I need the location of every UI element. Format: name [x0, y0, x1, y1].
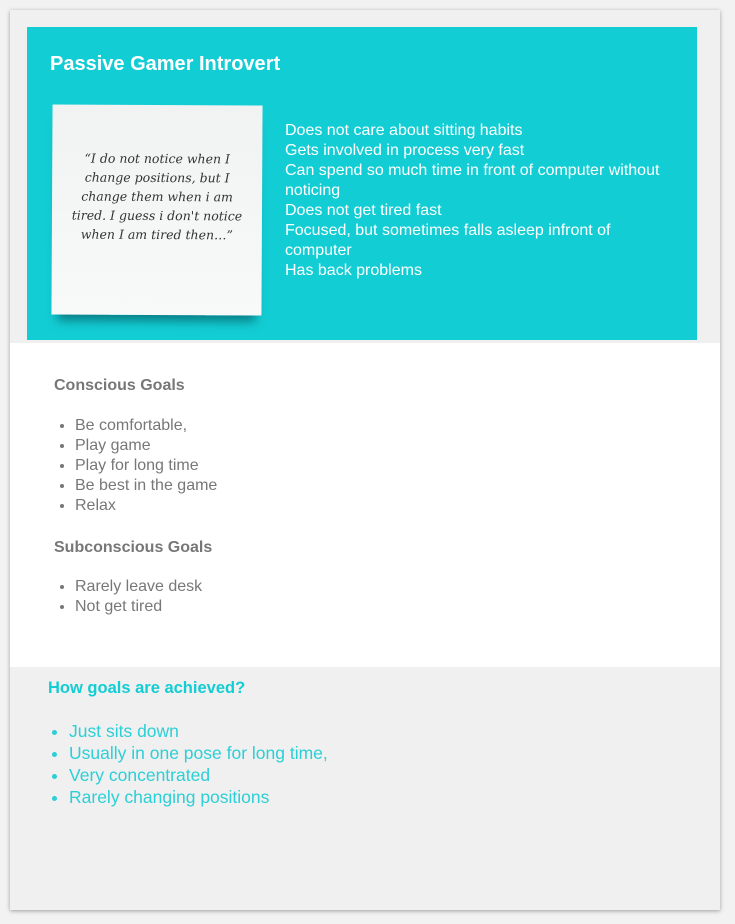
- persona-quote: “I do not notice when I change positions…: [71, 150, 243, 243]
- list-item: Very concentrated: [69, 764, 328, 786]
- list-item: Just sits down: [69, 720, 328, 742]
- quote-sticky-note: “I do not notice when I change positions…: [51, 104, 263, 316]
- trait: Does not get tired fast: [285, 202, 442, 219]
- traits-list: Does not care about sitting habits Gets …: [285, 121, 675, 281]
- subconscious-goals-list: Rarely leave desk Not get tired: [54, 577, 202, 617]
- list-item: Be comfortable,: [75, 416, 217, 436]
- list-item: Rarely leave desk: [75, 577, 202, 597]
- persona-header: Passive Gamer Introvert “I do not notice…: [27, 27, 697, 340]
- trait: Does not care about sitting habits: [285, 122, 523, 139]
- subconscious-goals-heading: Subconscious Goals: [54, 539, 213, 556]
- list-item: Rarely changing positions: [69, 786, 328, 808]
- list-item: Not get tired: [75, 597, 202, 617]
- trait: Focused, but sometimes falls asleep infr…: [285, 222, 611, 259]
- conscious-goals-list: Be comfortable, Play game Play for long …: [54, 416, 217, 516]
- achievement-heading: How goals are achieved?: [48, 679, 246, 697]
- list-item: Relax: [75, 496, 217, 516]
- list-item: Play for long time: [75, 456, 217, 476]
- trait: Can spend so much time in front of compu…: [285, 162, 660, 199]
- goals-section: Conscious Goals Be comfortable, Play gam…: [10, 343, 720, 667]
- persona-title: Passive Gamer Introvert: [50, 53, 281, 75]
- trait: Has back problems: [285, 262, 422, 279]
- list-item: Be best in the game: [75, 476, 217, 496]
- achievement-list: Just sits down Usually in one pose for l…: [48, 720, 328, 808]
- list-item: Play game: [75, 436, 217, 456]
- list-item: Usually in one pose for long time,: [69, 742, 328, 764]
- conscious-goals-heading: Conscious Goals: [54, 377, 185, 394]
- trait: Gets involved in process very fast: [285, 142, 525, 159]
